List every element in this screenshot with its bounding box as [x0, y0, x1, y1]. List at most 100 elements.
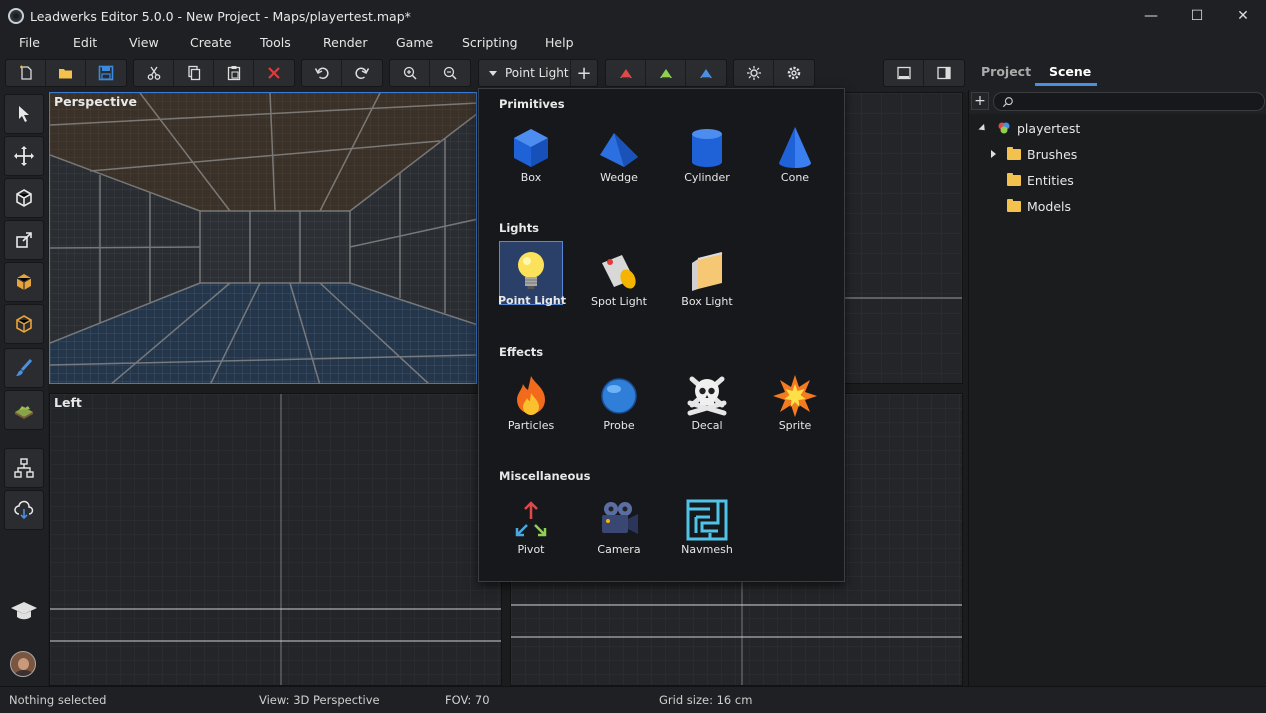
- layout-sidebar-icon[interactable]: [924, 60, 964, 86]
- vertex-tool-button[interactable]: [4, 304, 44, 344]
- csg-subtract-icon[interactable]: [606, 60, 646, 86]
- hierarchy-tool-button[interactable]: [4, 448, 44, 488]
- probe-sphere-icon: [601, 378, 637, 414]
- expand-arrow-icon[interactable]: [978, 123, 988, 133]
- left-grid: [50, 394, 501, 685]
- add-scene-item-button[interactable]: +: [971, 92, 989, 110]
- perspective-scene: [50, 93, 476, 383]
- tree-row-brushes[interactable]: Brushes: [991, 144, 1077, 164]
- terrain-tool-button[interactable]: [4, 390, 44, 430]
- zoom-out-icon[interactable]: [430, 60, 470, 86]
- section-effects: Effects: [499, 345, 544, 359]
- tree-label-models: Models: [1027, 198, 1072, 214]
- search-icon: [1002, 97, 1013, 108]
- item-pivot[interactable]: Pivot: [499, 491, 563, 556]
- undo-icon[interactable]: [302, 60, 342, 86]
- item-box-light[interactable]: Box Light: [675, 243, 739, 308]
- section-primitives: Primitives: [499, 97, 565, 111]
- close-button[interactable]: ✕: [1220, 0, 1266, 32]
- item-particles[interactable]: Particles: [499, 367, 563, 432]
- redo-icon[interactable]: [342, 60, 382, 86]
- window-title: Leadwerks Editor 5.0.0 - New Project - M…: [30, 8, 411, 24]
- section-miscellaneous: Miscellaneous: [499, 469, 591, 483]
- tree-label-brushes: Brushes: [1027, 146, 1078, 162]
- copy-icon[interactable]: [174, 60, 214, 86]
- object-type-select[interactable]: Point Light: [479, 60, 571, 86]
- tree-label-root: playertest: [1017, 120, 1081, 136]
- layout-single-icon[interactable]: [884, 60, 924, 86]
- paste-icon[interactable]: [214, 60, 254, 86]
- new-file-icon[interactable]: [6, 60, 46, 86]
- folder-icon: [1007, 172, 1021, 186]
- folder-icon: [1007, 146, 1021, 160]
- select-tool-button[interactable]: [4, 94, 44, 134]
- active-tab-indicator: [1035, 83, 1097, 86]
- csg-toolbar-group: [605, 59, 727, 87]
- item-probe[interactable]: Probe: [587, 367, 651, 432]
- scene-search-row: +: [969, 90, 1266, 114]
- tree-row-entities[interactable]: Entities: [1007, 170, 1074, 190]
- item-camera[interactable]: Camera: [587, 491, 651, 556]
- item-cylinder[interactable]: Cylinder: [675, 119, 739, 184]
- right-panel-tabs: Project Scene: [968, 54, 1266, 90]
- item-navmesh[interactable]: Navmesh: [675, 491, 739, 556]
- terrain-icon: [15, 406, 33, 419]
- title-bar: Leadwerks Editor 5.0.0 - New Project - M…: [0, 0, 1266, 32]
- item-spot-light[interactable]: Spot Light: [587, 243, 651, 308]
- csg-intersect-icon[interactable]: [686, 60, 726, 86]
- box-create-icon: [16, 274, 32, 290]
- menu-render[interactable]: Render: [323, 35, 368, 50]
- object-type-dropdown[interactable]: Point Light +: [478, 59, 598, 87]
- settings-icon[interactable]: [774, 60, 814, 86]
- menu-view[interactable]: View: [129, 35, 159, 50]
- item-cone[interactable]: Cone: [763, 119, 827, 184]
- item-wedge[interactable]: Wedge: [587, 119, 651, 184]
- item-box[interactable]: Box: [499, 119, 563, 184]
- open-folder-icon[interactable]: [46, 60, 86, 86]
- cloud-download-icon: [14, 500, 34, 520]
- left-viewport[interactable]: Left: [49, 393, 502, 686]
- zoom-in-icon[interactable]: [390, 60, 430, 86]
- menu-help[interactable]: Help: [545, 35, 574, 50]
- menu-game[interactable]: Game: [396, 35, 433, 50]
- menu-tools[interactable]: Tools: [260, 35, 291, 50]
- save-icon[interactable]: [86, 60, 126, 86]
- cloud-download-tool-button[interactable]: [4, 490, 44, 530]
- folder-icon: [1007, 198, 1021, 212]
- minimize-button[interactable]: —: [1128, 0, 1174, 32]
- maximize-button[interactable]: ☐: [1174, 0, 1220, 32]
- collapse-arrow-icon[interactable]: [991, 150, 996, 158]
- scene-search-input[interactable]: [993, 92, 1265, 111]
- tree-row-models[interactable]: Models: [1007, 196, 1071, 216]
- spot-light-icon: [602, 255, 636, 289]
- cylinder-icon: [692, 129, 722, 167]
- item-decal[interactable]: Decal: [675, 367, 739, 432]
- delete-icon[interactable]: [254, 60, 294, 86]
- tab-scene[interactable]: Scene: [1049, 64, 1091, 79]
- csg-union-icon[interactable]: [646, 60, 686, 86]
- item-sprite[interactable]: Sprite: [763, 367, 827, 432]
- menu-edit[interactable]: Edit: [73, 35, 97, 50]
- item-point-light[interactable]: Point Light: [498, 241, 566, 307]
- rotate-tool-button[interactable]: [4, 178, 44, 218]
- perspective-viewport[interactable]: Perspective: [49, 92, 477, 384]
- move-tool-button[interactable]: [4, 136, 44, 176]
- tab-project[interactable]: Project: [981, 64, 1031, 79]
- file-toolbar-group: [5, 59, 127, 87]
- left-tool-column: [0, 92, 48, 686]
- add-object-button[interactable]: +: [571, 60, 597, 86]
- menu-create[interactable]: Create: [190, 35, 232, 50]
- tree-row-root[interactable]: playertest: [978, 118, 1081, 138]
- cut-icon[interactable]: [134, 60, 174, 86]
- chevron-down-icon: [489, 70, 497, 76]
- tutorial-cap-icon[interactable]: [8, 600, 40, 624]
- menu-scripting[interactable]: Scripting: [462, 35, 518, 50]
- scale-tool-button[interactable]: [4, 220, 44, 260]
- sun-icon[interactable]: [734, 60, 774, 86]
- user-avatar[interactable]: [10, 651, 36, 677]
- menu-file[interactable]: File: [19, 35, 40, 50]
- move-icon: [14, 146, 34, 166]
- paint-tool-button[interactable]: [4, 348, 44, 388]
- paint-brush-icon: [16, 358, 33, 376]
- box-create-tool-button[interactable]: [4, 262, 44, 302]
